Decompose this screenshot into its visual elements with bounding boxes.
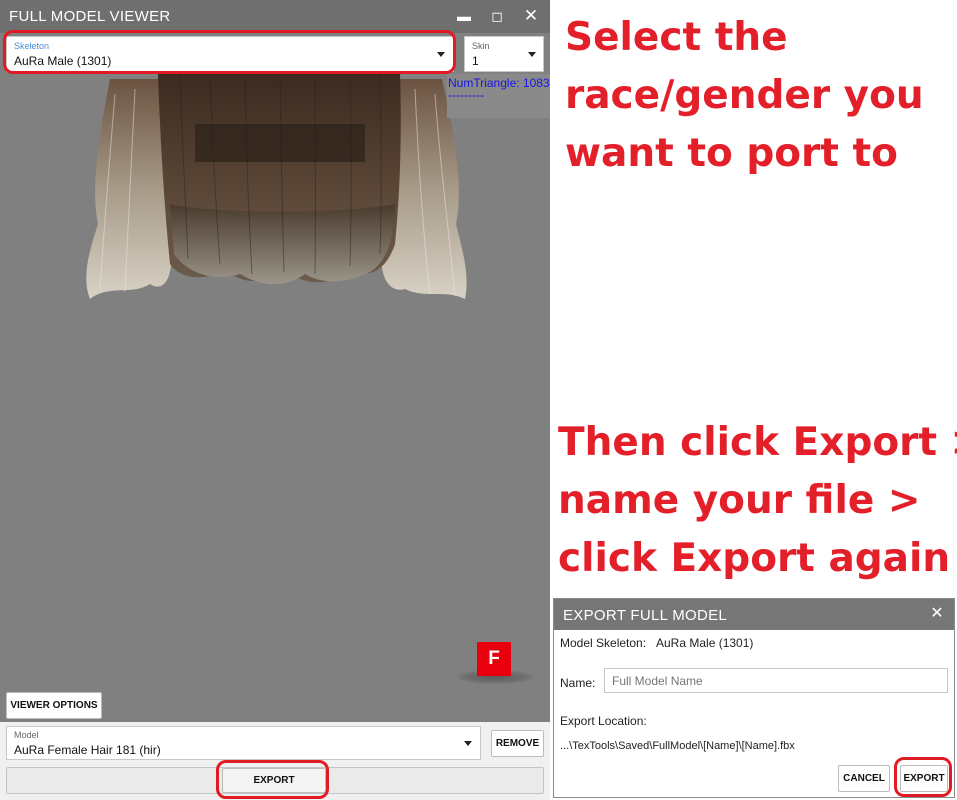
dialog-title: EXPORT FULL MODEL [563,607,728,624]
dialog-export-button[interactable]: EXPORT [900,765,948,792]
hair-model-render[interactable] [70,74,480,314]
close-icon[interactable]: ✕ [521,6,541,26]
instruction-line: Select the [565,15,788,60]
model-skeleton-label: Model Skeleton: [560,636,647,650]
skeleton-label: Skeleton [14,41,50,51]
dialog-titlebar: EXPORT FULL MODEL ✕ [554,599,954,630]
skeleton-value: AuRa Male (1301) [14,54,112,68]
export-button[interactable]: EXPORT [222,768,326,793]
minimize-icon[interactable]: ▬ [454,6,474,26]
maximize-icon[interactable]: ◻ [487,6,507,26]
model-label: Model [14,730,39,740]
instruction-line: want to port to [565,131,898,176]
viewer-title: FULL MODEL VIEWER [9,8,171,25]
skeleton-dropdown[interactable]: Skeleton AuRa Male (1301) [6,36,454,72]
viewer-options-button[interactable]: VIEWER OPTIONS [6,692,102,719]
instruction-line: Then click Export > [558,420,957,465]
export-full-model-dialog: EXPORT FULL MODEL ✕ Model Skeleton: AuRa… [553,598,955,798]
name-label: Name: [560,676,596,690]
chevron-down-icon [464,741,472,746]
cancel-button[interactable]: CANCEL [838,765,890,792]
model-value: AuRa Female Hair 181 (hir) [14,743,161,757]
chevron-down-icon [437,52,445,57]
model-dropdown[interactable]: Model AuRa Female Hair 181 (hir) [6,726,481,760]
skin-label: Skin [472,41,490,51]
triangle-separator: --------- [448,88,484,102]
model-skeleton-value: AuRa Male (1301) [656,636,754,650]
full-model-name-input[interactable] [604,668,948,693]
instruction-export-steps: Then click Export > name your file > cli… [558,414,957,588]
close-icon[interactable]: ✕ [928,605,946,623]
skin-dropdown[interactable]: Skin 1 [464,36,544,72]
instruction-line: click Export again [558,536,951,581]
chevron-down-icon [528,52,536,57]
front-axis-marker[interactable]: F [477,642,511,676]
instruction-line: name your file > [558,478,921,523]
instruction-select-race: Select the race/gender you want to port … [565,9,924,183]
viewer-titlebar: FULL MODEL VIEWER ▬ ◻ ✕ [0,0,550,33]
full-model-viewer-window: FULL MODEL VIEWER ▬ ◻ ✕ Skeleton AuRa Ma… [0,0,550,800]
export-location-path: ...\TexTools\Saved\FullModel\[Name]\[Nam… [560,740,795,752]
remove-button[interactable]: REMOVE [491,730,544,757]
export-location-label: Export Location: [560,714,647,728]
instruction-line: race/gender you [565,73,924,118]
skin-value: 1 [472,54,479,68]
